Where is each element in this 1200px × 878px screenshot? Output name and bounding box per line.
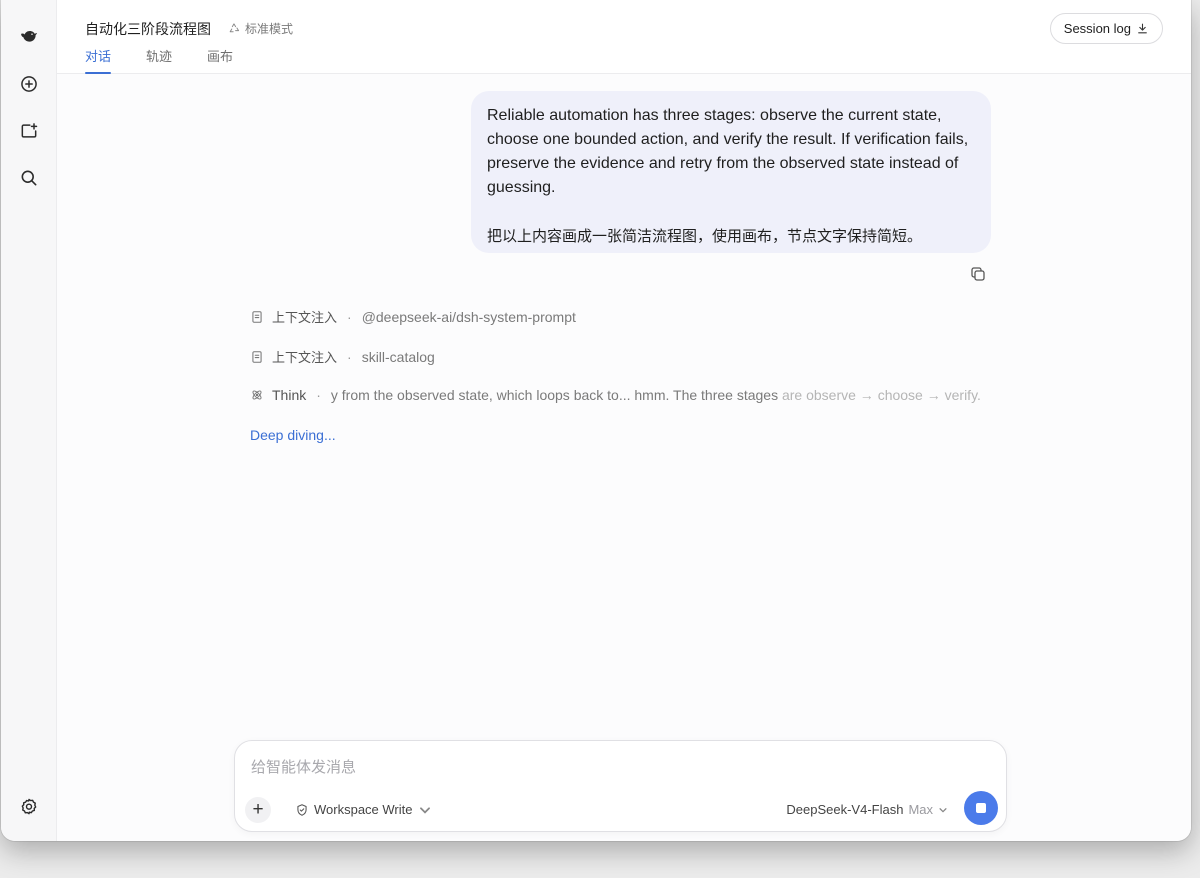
status-deep-diving[interactable]: Deep diving... [250, 427, 336, 443]
trace-label: 上下文注入 [272, 351, 338, 366]
trace-label: 上下文注入 [272, 311, 338, 326]
model-name: DeepSeek-V4-Flash [786, 802, 904, 817]
trace-detail: skill-catalog [361, 348, 435, 365]
document-icon [252, 350, 262, 363]
composer: + Workspace Write DeepSeek-V4-Flash Max [234, 740, 1007, 832]
plus-icon: + [252, 799, 264, 820]
session-log-button[interactable]: Session log [1049, 13, 1163, 44]
trace-item[interactable]: 上下文注入 · skill-catalog [250, 347, 435, 366]
new-chat-icon[interactable] [15, 70, 43, 98]
model-selector[interactable]: DeepSeek-V4-Flash Max [786, 802, 948, 817]
trace-item[interactable]: Think · y from the observed state, which… [250, 387, 981, 403]
shield-icon [297, 803, 307, 816]
trace-label: Think [272, 387, 307, 403]
trace-item[interactable]: 上下文注入 · @deepseek-ai/dsh-system-prompt [250, 307, 576, 326]
left-rail [1, 0, 57, 841]
session-log-label: Session log [1063, 21, 1131, 36]
user-message: Reliable automation has three stages: ob… [471, 91, 991, 253]
trace-separator: · [347, 308, 352, 325]
settings-icon[interactable] [15, 793, 43, 821]
recycle-icon [229, 23, 240, 33]
permission-label: Workspace Write [314, 802, 413, 817]
tab-canvas[interactable]: 画布 [207, 46, 233, 74]
page-title: 自动化三阶段流程图 [85, 22, 211, 38]
user-message-text-cn: 把以上内容画成一张简洁流程图，使用画布，节点文字保持简短。 [487, 227, 923, 245]
model-effort: Max [908, 802, 933, 817]
trace-detail: @deepseek-ai/dsh-system-prompt [361, 308, 576, 325]
conversation-area: Reliable automation has three stages: ob… [57, 74, 1191, 841]
stop-button[interactable] [964, 791, 998, 825]
mode-indicator: 标准模式 [228, 20, 293, 37]
trace-detail-streaming: are observe → choose → verify. [778, 387, 981, 403]
tab-trace[interactable]: 轨迹 [146, 46, 172, 74]
trace-detail-text: y from the observed state, which loops b… [330, 387, 779, 403]
app-window: 自动化三阶段流程图 标准模式 对话 轨迹 画布 Session log Reli… [1, 0, 1191, 841]
chevron-down-icon [939, 807, 947, 813]
mode-label: 标准模式 [245, 22, 294, 36]
deepseek-logo-icon[interactable] [15, 22, 43, 50]
atom-icon [252, 390, 262, 400]
tab-bar: 对话 轨迹 画布 [85, 46, 233, 74]
attach-button[interactable]: + [245, 797, 271, 823]
header: 自动化三阶段流程图 标准模式 对话 轨迹 画布 Session log [57, 0, 1191, 74]
stop-icon [976, 803, 986, 813]
search-icon[interactable] [15, 164, 43, 192]
tab-chat[interactable]: 对话 [85, 46, 112, 74]
message-input[interactable] [251, 755, 951, 779]
copy-icon[interactable] [969, 265, 987, 283]
trace-detail: y from the observed state, which loops b… [331, 387, 981, 403]
trace-separator: · [316, 387, 321, 403]
chevron-down-icon [419, 806, 430, 814]
permission-selector[interactable]: Workspace Write [295, 802, 432, 817]
new-folder-icon[interactable] [15, 117, 43, 145]
trace-separator: · [347, 348, 352, 365]
user-message-text-en: Reliable automation has three stages: ob… [487, 107, 969, 196]
document-icon [252, 310, 262, 323]
download-icon [1138, 23, 1147, 34]
